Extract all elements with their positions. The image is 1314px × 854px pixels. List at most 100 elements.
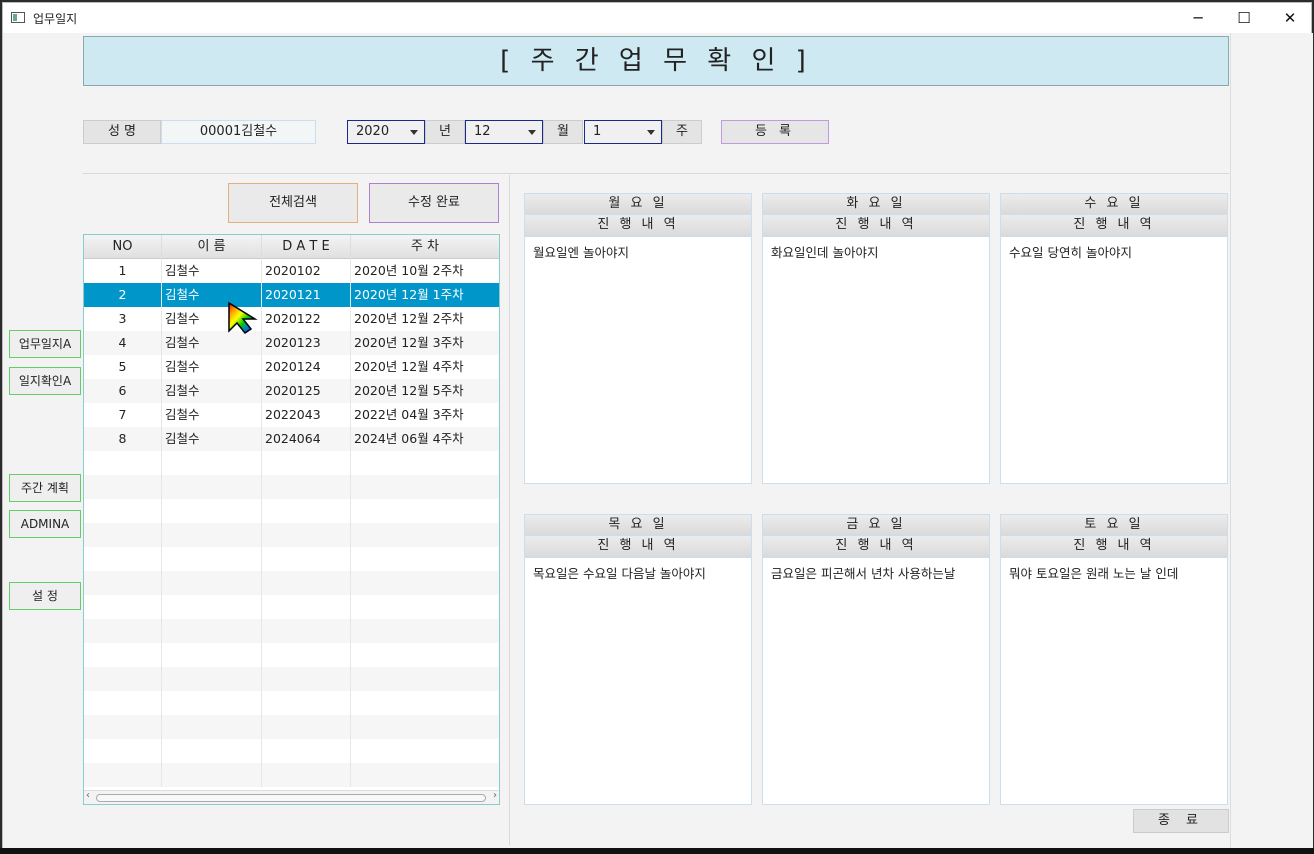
week-unit-label: 주: [662, 120, 702, 144]
edit-done-button[interactable]: 수정 완료: [369, 183, 499, 223]
day-content-field[interactable]: 금요일은 피곤해서 년차 사용하는날: [762, 558, 990, 805]
table-row[interactable]: [84, 739, 499, 763]
table-cell: [262, 619, 351, 643]
app-icon: [11, 12, 25, 23]
weekly-log-table[interactable]: NO 이 름 D A T E 주 차 1 김철수 2020102 2020년 10월 …: [83, 234, 500, 805]
table-row[interactable]: [84, 763, 499, 787]
column-header-week[interactable]: 주 차: [351, 235, 499, 259]
day-panel-thursday: 목 요 일 진 행 내 역 목요일은 수요일 다음날 놀아야지: [524, 514, 752, 805]
table-cell: [262, 739, 351, 763]
search-all-button[interactable]: 전체검색: [228, 183, 358, 223]
table-row[interactable]: [84, 499, 499, 523]
table-cell: [162, 715, 262, 739]
table-cell: [84, 523, 162, 547]
day-content-field[interactable]: 수요일 당연히 놀아야지: [1000, 237, 1228, 484]
table-row[interactable]: [84, 475, 499, 499]
table-cell: 2: [84, 283, 162, 307]
table-cell: 6: [84, 379, 162, 403]
horizontal-scrollbar[interactable]: ‹ ›: [84, 790, 499, 804]
table-cell: 4: [84, 331, 162, 355]
day-header: 금 요 일: [762, 514, 990, 536]
table-cell: [351, 763, 499, 787]
week-select[interactable]: 1: [584, 120, 662, 144]
background-strip: [0, 848, 1314, 854]
table-row[interactable]: 7 김철수 2022043 2022년 04월 3주차: [84, 403, 499, 427]
table-row[interactable]: [84, 595, 499, 619]
sidebar-item-log-check[interactable]: 일지확인A: [9, 367, 81, 395]
table-cell: [84, 595, 162, 619]
scroll-right-icon[interactable]: ›: [493, 790, 497, 801]
day-header: 월 요 일: [524, 193, 752, 215]
table-header: NO 이 름 D A T E 주 차: [84, 235, 499, 259]
year-select[interactable]: 2020: [347, 120, 425, 144]
table-cell: 김철수: [162, 259, 262, 283]
table-cell: [84, 547, 162, 571]
table-cell: [162, 475, 262, 499]
scroll-left-icon[interactable]: ‹: [86, 790, 90, 801]
table-cell: [162, 619, 262, 643]
table-row[interactable]: [84, 619, 499, 643]
table-row[interactable]: 5 김철수 2020124 2020년 12월 4주차: [84, 355, 499, 379]
table-cell: [262, 763, 351, 787]
day-content-field[interactable]: 뭐야 토요일은 원래 노는 날 인데: [1000, 558, 1228, 805]
table-row[interactable]: [84, 571, 499, 595]
table-cell: [351, 523, 499, 547]
table-cell: [84, 499, 162, 523]
table-row[interactable]: [84, 691, 499, 715]
main-content: [ 주 간 업 무 확 인 ] 성 명 00001김철수 2020 년 12 월…: [3, 33, 1229, 851]
name-label: 성 명: [83, 120, 161, 144]
table-cell: [84, 571, 162, 595]
day-content-field[interactable]: 월요일엔 놀아야지: [524, 237, 752, 484]
scroll-thumb[interactable]: [96, 794, 486, 802]
table-cell: [351, 499, 499, 523]
table-row[interactable]: [84, 451, 499, 475]
year-unit-label: 년: [425, 120, 465, 144]
day-content-field[interactable]: 화요일인데 놀아야지: [762, 237, 990, 484]
month-select[interactable]: 12: [465, 120, 543, 144]
table-cell: 3: [84, 307, 162, 331]
day-panel-friday: 금 요 일 진 행 내 역 금요일은 피곤해서 년차 사용하는날: [762, 514, 990, 805]
chevron-down-icon: [528, 130, 536, 135]
day-content-field[interactable]: 목요일은 수요일 다음날 놀아야지: [524, 558, 752, 805]
sidebar-item-admin[interactable]: ADMINA: [9, 510, 81, 538]
minimize-button[interactable]: ─: [1175, 3, 1221, 33]
table-cell: [84, 643, 162, 667]
day-subheader: 진 행 내 역: [524, 536, 752, 558]
table-row[interactable]: 6 김철수 2020125 2020년 12월 5주차: [84, 379, 499, 403]
title-bar: 업무일지 ─ ☐ ✕: [3, 3, 1311, 33]
table-cell: [351, 571, 499, 595]
table-row[interactable]: [84, 523, 499, 547]
register-button[interactable]: 등 록: [721, 120, 829, 144]
table-cell: 2020122: [262, 307, 351, 331]
exit-button[interactable]: 종 료: [1133, 809, 1229, 833]
column-header-no[interactable]: NO: [84, 235, 162, 259]
sidebar-item-work-log[interactable]: 업무일지A: [9, 330, 81, 358]
close-window-button[interactable]: ✕: [1267, 3, 1313, 33]
day-subheader: 진 행 내 역: [1000, 536, 1228, 558]
day-header: 수 요 일: [1000, 193, 1228, 215]
table-cell: [262, 547, 351, 571]
table-cell: [84, 451, 162, 475]
table-cell: 김철수: [162, 355, 262, 379]
table-row[interactable]: 3 김철수 2020122 2020년 12월 2주차: [84, 307, 499, 331]
table-row[interactable]: 2 김철수 2020121 2020년 12월 1주차: [84, 283, 499, 307]
maximize-button[interactable]: ☐: [1221, 3, 1267, 33]
column-header-date[interactable]: D A T E: [262, 235, 351, 259]
table-row[interactable]: 8 김철수 2024064 2024년 06월 4주차: [84, 427, 499, 451]
sidebar-item-weekly-plan[interactable]: 주간 계획: [9, 474, 81, 502]
table-cell: [162, 499, 262, 523]
day-header: 화 요 일: [762, 193, 990, 215]
table-row[interactable]: [84, 715, 499, 739]
column-header-name[interactable]: 이 름: [162, 235, 262, 259]
table-row[interactable]: 4 김철수 2020123 2020년 12월 3주차: [84, 331, 499, 355]
day-subheader: 진 행 내 역: [762, 215, 990, 237]
table-row[interactable]: 1 김철수 2020102 2020년 10월 2주차: [84, 259, 499, 283]
table-row[interactable]: [84, 547, 499, 571]
chevron-down-icon: [410, 130, 418, 135]
table-row[interactable]: [84, 643, 499, 667]
table-row[interactable]: [84, 667, 499, 691]
sidebar-item-settings[interactable]: 설 정: [9, 582, 81, 610]
table-cell: 2022년 04월 3주차: [354, 407, 464, 422]
table-cell: [262, 499, 351, 523]
table-cell: 2020123: [262, 331, 351, 355]
